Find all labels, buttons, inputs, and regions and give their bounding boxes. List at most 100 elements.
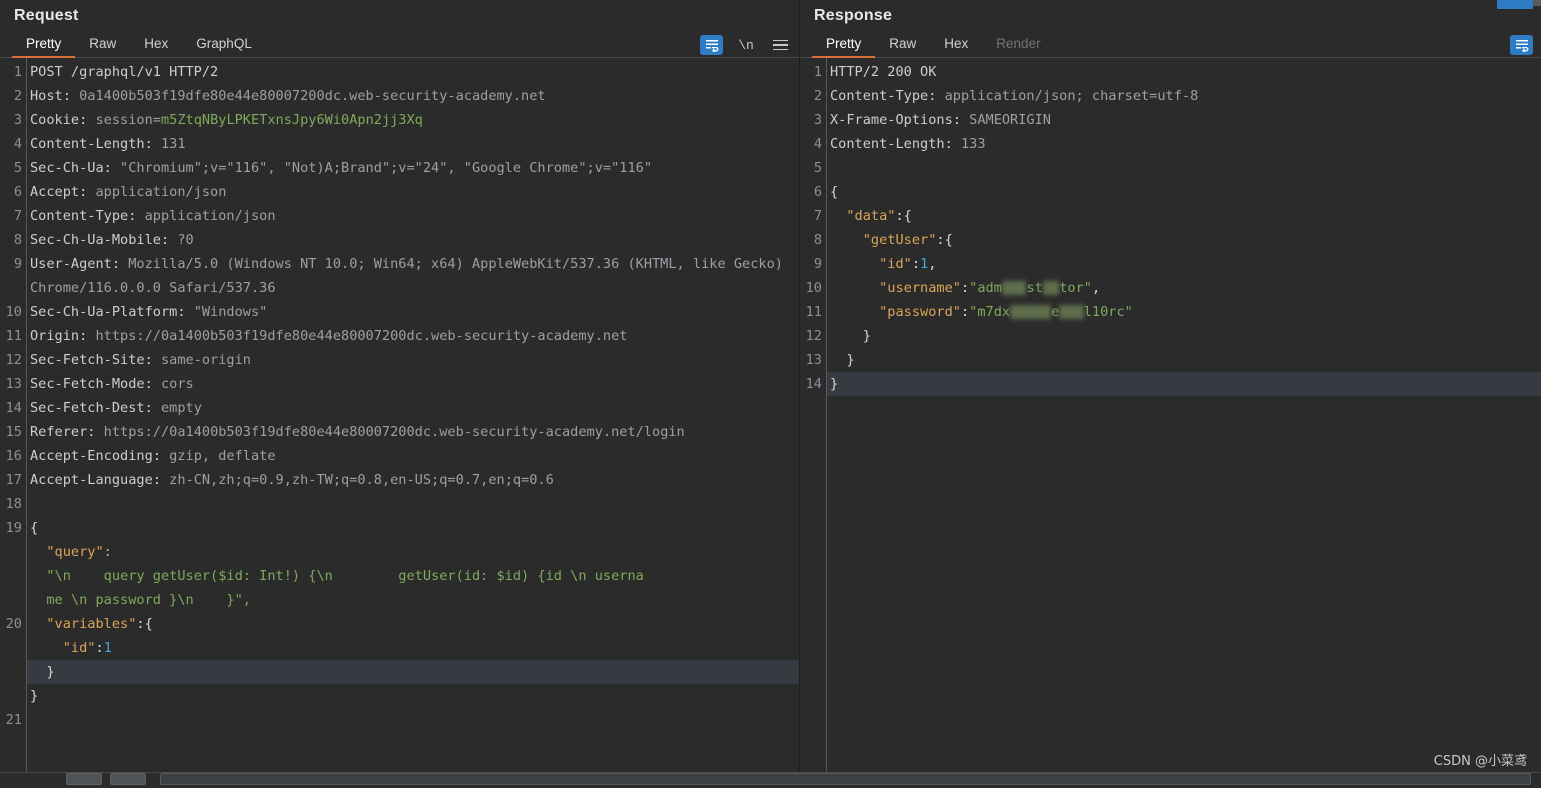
- code-line[interactable]: Sec-Ch-Ua: "Chromium";v="116", "Not)A;Br…: [30, 156, 799, 180]
- code-line[interactable]: {: [30, 516, 799, 540]
- code-line[interactable]: Sec-Fetch-Dest: empty: [30, 396, 799, 420]
- code-line[interactable]: "data":{: [830, 204, 1541, 228]
- code-token-hdr: Cookie:: [30, 112, 96, 128]
- code-token-white: }: [830, 352, 855, 368]
- tab-response-hex[interactable]: Hex: [930, 36, 982, 57]
- line-number: 11: [805, 304, 822, 320]
- line-number: 21: [5, 712, 22, 728]
- code-line[interactable]: "id":1: [30, 636, 799, 660]
- code-token-jkey: "username": [830, 280, 961, 296]
- code-token-val: https://0a1400b503f19dfe80e44e80007200dc…: [95, 328, 628, 344]
- line-number: 5: [13, 160, 22, 176]
- search-next-button[interactable]: [110, 773, 146, 785]
- tab-request-pretty[interactable]: Pretty: [12, 36, 76, 58]
- code-line[interactable]: }: [830, 324, 1541, 348]
- code-token-val: application/json; charset=utf-8: [944, 88, 1199, 104]
- line-number: 17: [5, 472, 22, 488]
- window-control-chip-secondary[interactable]: [1533, 0, 1541, 6]
- code-token-hdr: Host:: [30, 88, 80, 104]
- tab-request-graphql[interactable]: GraphQL: [182, 36, 266, 57]
- window-control-chip[interactable]: [1497, 0, 1533, 9]
- search-prev-button[interactable]: [66, 773, 102, 785]
- code-token-str: l10rc": [1083, 304, 1133, 320]
- code-line[interactable]: "password":"m7dxxxxxxexxxl10rc": [830, 300, 1541, 324]
- code-line[interactable]: }: [830, 348, 1541, 372]
- code-token-val: ?0: [177, 232, 194, 248]
- code-line[interactable]: Referer: https://0a1400b503f19dfe80e44e8…: [30, 420, 799, 444]
- line-number: 2: [13, 88, 22, 104]
- code-line[interactable]: Sec-Ch-Ua-Platform: "Windows": [30, 300, 799, 324]
- code-token-num: 1: [103, 640, 112, 656]
- code-line[interactable]: Sec-Ch-Ua-Mobile: ?0: [30, 228, 799, 252]
- code-token-val: application/json: [95, 184, 227, 200]
- line-number: [0, 564, 22, 588]
- line-number: 13: [5, 376, 22, 392]
- code-line[interactable]: "getUser":{: [830, 228, 1541, 252]
- newline-icon[interactable]: \n: [735, 35, 757, 55]
- code-token-hdr: Sec-Ch-Ua-Mobile:: [30, 232, 178, 248]
- code-token-val: 0a1400b503f19dfe80e44e80007200dc.web-sec…: [79, 88, 546, 104]
- code-line[interactable]: [30, 708, 799, 732]
- code-token-hdr: Content-Length:: [830, 136, 961, 152]
- response-line-numbers: 1 2 3 4 5 6 7 8 9 10 11 12 13 14: [800, 58, 826, 788]
- code-line[interactable]: "variables":{: [30, 612, 799, 636]
- code-line[interactable]: me \n password }\n }",: [30, 588, 799, 612]
- code-line[interactable]: X-Frame-Options: SAMEORIGIN: [830, 108, 1541, 132]
- code-line[interactable]: }: [27, 660, 799, 684]
- response-tabstrip: Pretty Raw Hex Render: [800, 30, 1541, 58]
- code-line[interactable]: Content-Type: application/json: [30, 204, 799, 228]
- line-number: [0, 588, 22, 612]
- code-line[interactable]: "query":: [30, 540, 799, 564]
- search-input[interactable]: [160, 773, 1531, 785]
- code-line[interactable]: Accept-Encoding: gzip, deflate: [30, 444, 799, 468]
- code-token-jkey: "password": [830, 304, 961, 320]
- code-token-hdr: User-Agent:: [30, 256, 129, 272]
- code-token-white: :{: [895, 208, 912, 224]
- code-line[interactable]: Origin: https://0a1400b503f19dfe80e44e80…: [30, 324, 799, 348]
- code-line[interactable]: Cookie: session=m5ZtqNByLPKETxnsJpy6Wi0A…: [30, 108, 799, 132]
- code-token-val: empty: [160, 400, 202, 416]
- tab-response-pretty[interactable]: Pretty: [812, 36, 876, 58]
- request-code[interactable]: POST /graphql/v1 HTTP/2 Host: 0a1400b503f…: [26, 58, 799, 788]
- code-line[interactable]: "username":"administrator",: [830, 276, 1541, 300]
- code-token-white: :{: [136, 616, 153, 632]
- code-line[interactable]: [30, 492, 799, 516]
- code-line[interactable]: Content-Type: application/json; charset=…: [830, 84, 1541, 108]
- code-line[interactable]: Host: 0a1400b503f19dfe80e44e80007200dc.w…: [30, 84, 799, 108]
- request-editor[interactable]: 1 2 3 4 5 6 7 8 9 10 11 12 13 14 15 16 17 18 19 20 21 POST…: [0, 58, 799, 788]
- code-line[interactable]: {: [830, 180, 1541, 204]
- code-line[interactable]: Content-Length: 131: [30, 132, 799, 156]
- code-line[interactable]: HTTP/2 200 OK: [830, 60, 1541, 84]
- tab-response-raw[interactable]: Raw: [875, 36, 930, 57]
- code-token-hdr: Sec-Ch-Ua-Platform:: [30, 304, 194, 320]
- code-line[interactable]: }: [30, 684, 799, 708]
- redacted-text: ra: [1042, 281, 1060, 295]
- code-line[interactable]: "id":1,: [830, 252, 1541, 276]
- line-number: 5: [813, 160, 822, 176]
- response-code[interactable]: HTTP/2 200 OK Content-Type: application/j…: [826, 58, 1541, 788]
- line-number: 10: [5, 304, 22, 320]
- tab-request-hex[interactable]: Hex: [130, 36, 182, 57]
- code-line[interactable]: Content-Length: 133: [830, 132, 1541, 156]
- code-line[interactable]: POST /graphql/v1 HTTP/2: [30, 60, 799, 84]
- word-wrap-icon[interactable]: [700, 35, 723, 55]
- code-line[interactable]: Sec-Fetch-Site: same-origin: [30, 348, 799, 372]
- code-line[interactable]: "\n query getUser($id: Int!) {\n getUser…: [30, 564, 799, 588]
- code-line[interactable]: Accept-Language: zh-CN,zh;q=0.9,zh-TW;q=…: [30, 468, 799, 492]
- code-line[interactable]: [830, 156, 1541, 180]
- code-token-white: :{: [936, 232, 953, 248]
- code-line[interactable]: Accept: application/json: [30, 180, 799, 204]
- tab-request-raw[interactable]: Raw: [75, 36, 130, 57]
- code-line[interactable]: }: [827, 372, 1541, 396]
- code-line[interactable]: User-Agent: Mozilla/5.0 (Windows NT 10.0…: [30, 252, 799, 300]
- line-number: 14: [5, 400, 22, 416]
- line-number: 10: [805, 280, 822, 296]
- hamburger-menu-icon[interactable]: [769, 35, 791, 55]
- word-wrap-icon[interactable]: [1510, 35, 1533, 55]
- code-line[interactable]: Sec-Fetch-Mode: cors: [30, 372, 799, 396]
- line-number: [0, 684, 22, 708]
- code-token-val: "Chromium";v="116", "Not)A;Brand";v="24"…: [120, 160, 652, 176]
- redacted-text: xxxxx: [1010, 305, 1051, 319]
- code-token-str: "m7dx: [969, 304, 1011, 320]
- response-editor[interactable]: 1 2 3 4 5 6 7 8 9 10 11 12 13 14 HTTP/2 200 OK Content…: [800, 58, 1541, 788]
